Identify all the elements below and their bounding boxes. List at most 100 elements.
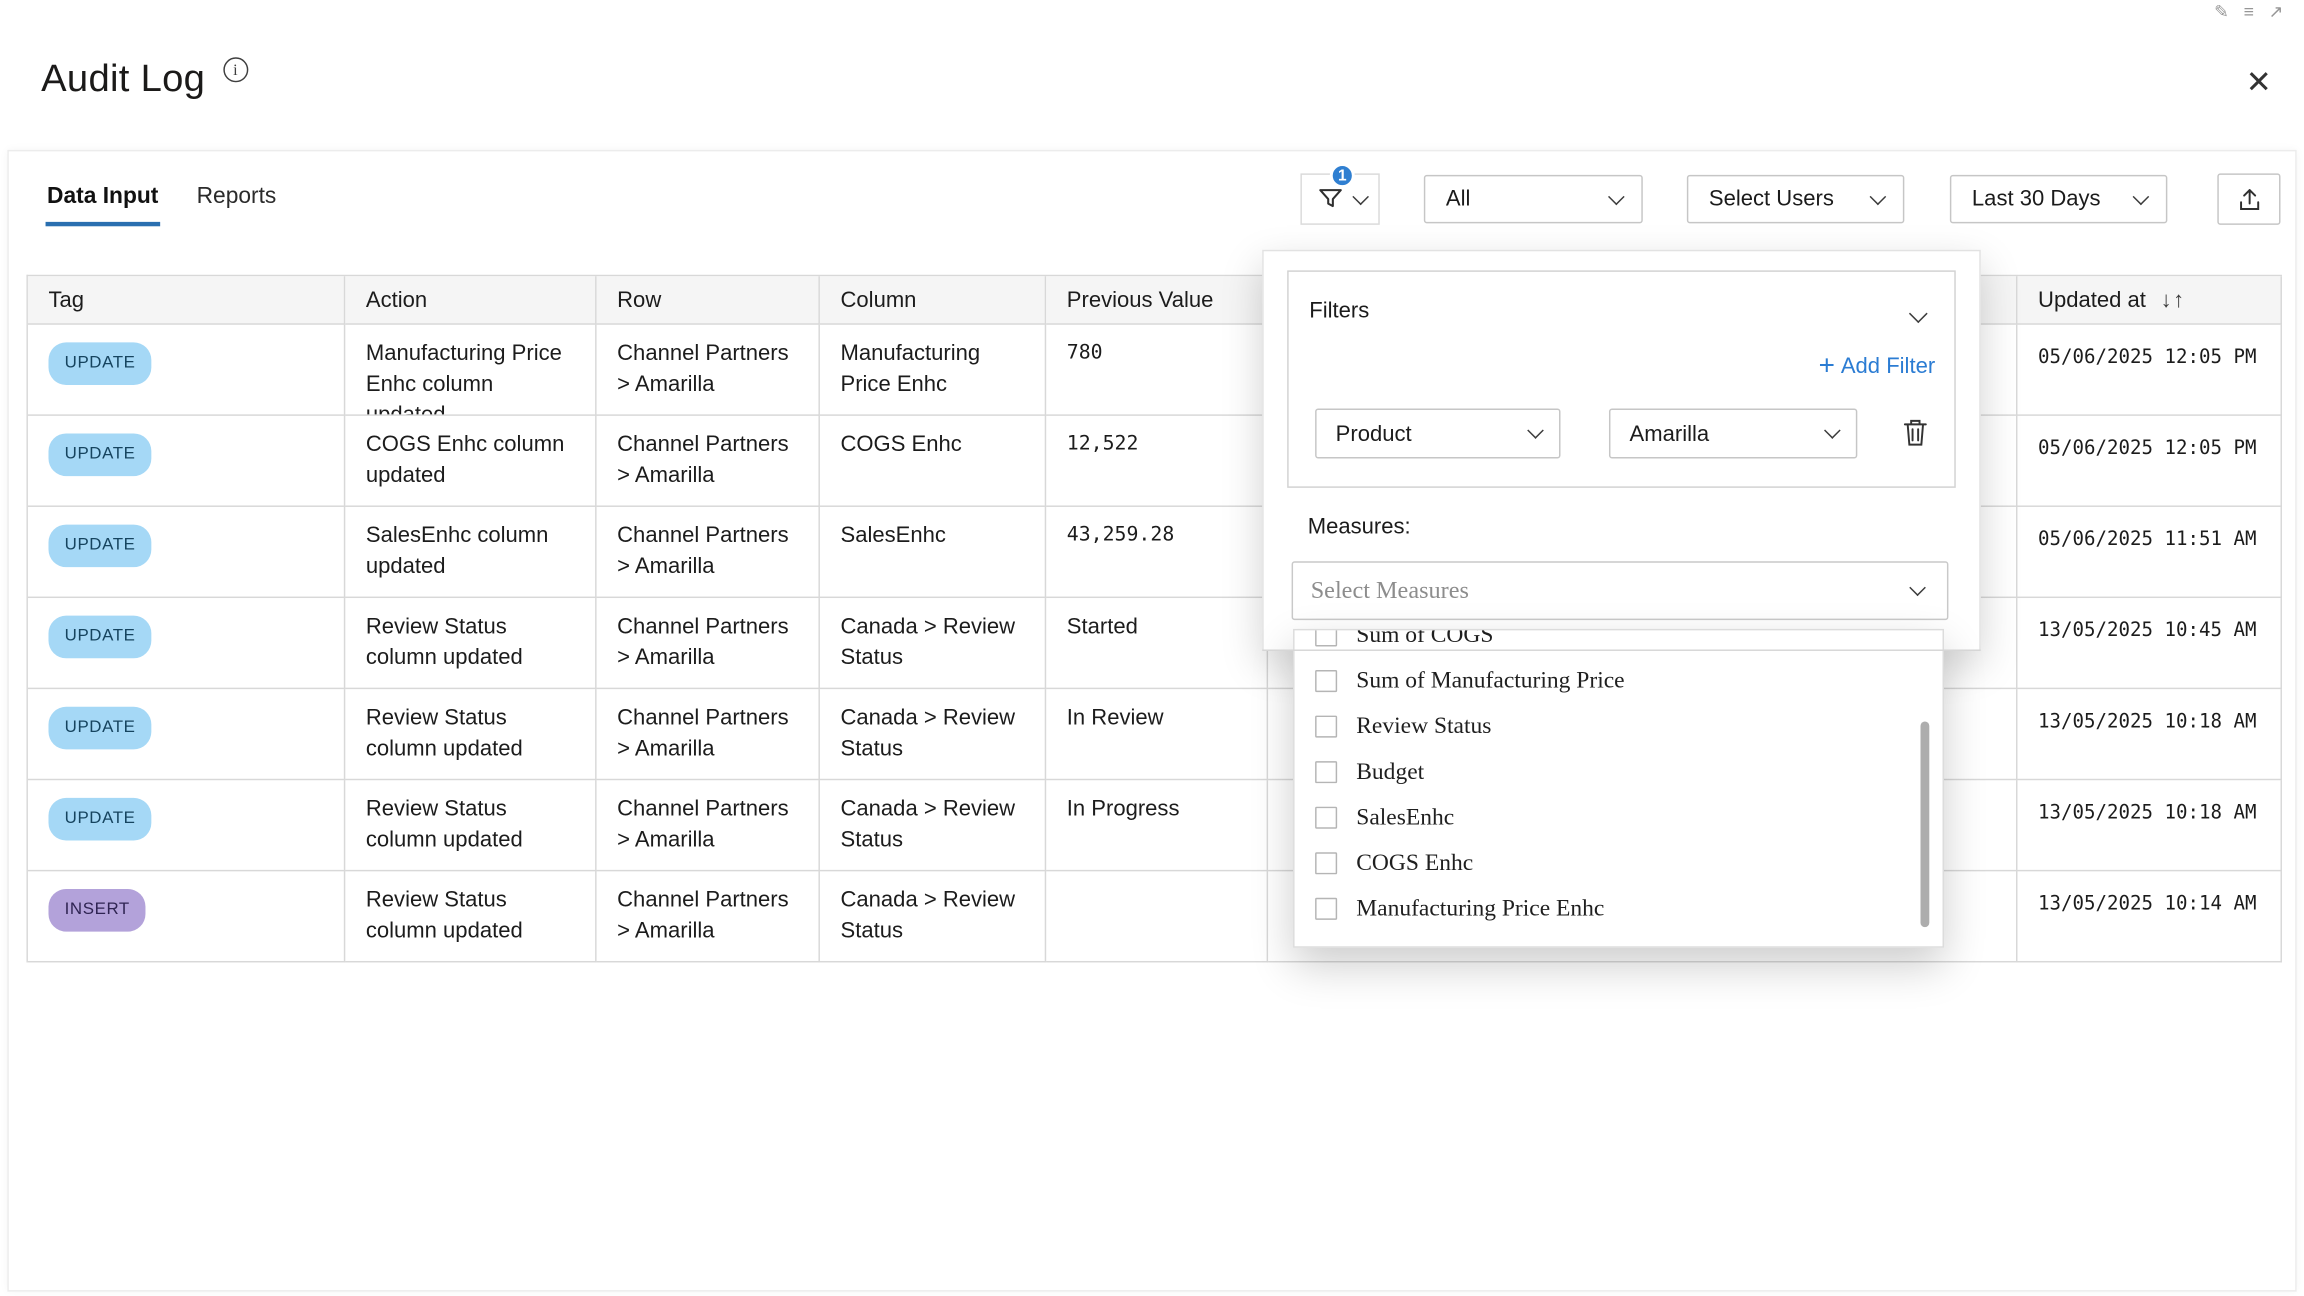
column-header-action: Action <box>345 276 596 324</box>
plus-icon: + <box>1819 356 1835 378</box>
add-filter-label: Add Filter <box>1841 354 1935 379</box>
chevron-down-icon[interactable] <box>1909 304 1928 323</box>
measure-option[interactable]: SalesEnhc <box>1295 795 1943 841</box>
list-icon[interactable]: ≡ <box>2244 1 2254 22</box>
action-cell: SalesEnhc column updated <box>345 507 596 598</box>
column-header-updated-at: Updated at ↓ ↑ <box>2017 276 2281 324</box>
measures-label: Measures: <box>1308 514 1411 539</box>
chevron-down-icon <box>1870 188 1887 205</box>
row-cell: Channel Partners > Amarilla <box>597 325 820 416</box>
tab-data-input[interactable]: Data Input <box>46 175 160 226</box>
previous-value-cell: In Review <box>1046 689 1268 780</box>
export-button[interactable] <box>2217 173 2280 224</box>
checkbox-icon[interactable] <box>1315 716 1337 738</box>
filter-field-value: Product <box>1336 421 1412 446</box>
close-button[interactable]: ✕ <box>2246 65 2272 102</box>
measure-option[interactable]: Budget <box>1295 749 1943 795</box>
measure-option[interactable]: Review Status <box>1295 704 1943 750</box>
tag-badge: UPDATE <box>48 616 151 659</box>
measures-select[interactable]: Select Measures <box>1292 561 1949 620</box>
tag-badge: INSERT <box>48 889 146 932</box>
popup-bottom-border <box>1262 649 1981 650</box>
chevron-down-icon <box>2133 188 2150 205</box>
filter-button[interactable]: 1 <box>1300 173 1379 224</box>
column-cell: SalesEnhc <box>820 507 1046 598</box>
tag-badge: UPDATE <box>48 342 151 385</box>
chevron-down-icon <box>1824 422 1841 439</box>
add-filter-button[interactable]: + Add Filter <box>1819 354 1936 379</box>
tab-reports[interactable]: Reports <box>195 175 278 226</box>
measure-option[interactable]: Manufacturing Price Enhc <box>1295 886 1943 932</box>
row-cell: Channel Partners > Amarilla <box>597 689 820 780</box>
tab-reports-label: Reports <box>197 184 277 209</box>
popout-icon[interactable]: ↗ <box>2269 1 2284 22</box>
action-cell: Review Status column updated <box>345 780 596 871</box>
scrollbar-thumb[interactable] <box>1920 721 1929 927</box>
tab-bar: Data Input Reports <box>46 175 278 226</box>
checkbox-icon[interactable] <box>1315 807 1337 829</box>
titlebar: Audit Log i <box>41 56 248 102</box>
updated-at-cell: 13/05/2025 10:14 AM <box>2017 871 2281 962</box>
export-icon <box>2234 184 2263 213</box>
measure-option[interactable]: Sum of COGS <box>1295 629 1943 658</box>
tag-badge: UPDATE <box>48 433 151 476</box>
column-cell: COGS Enhc <box>820 416 1046 507</box>
table-row: UPDATE <box>28 598 345 689</box>
filters-header: Filters <box>1309 298 1369 323</box>
action-cell: Manufacturing Price Enhc column updated <box>345 325 596 416</box>
scope-dropdown[interactable]: All <box>1424 175 1643 223</box>
action-cell: Review Status column updated <box>345 598 596 689</box>
measure-option[interactable]: Sum of Manufacturing Price <box>1295 658 1943 704</box>
measure-option[interactable]: COGS Enhc <box>1295 840 1943 886</box>
sort-descending-icon[interactable]: ↓ <box>2161 287 2172 312</box>
row-cell: Channel Partners > Amarilla <box>597 507 820 598</box>
checkbox-icon[interactable] <box>1315 670 1337 692</box>
previous-value-cell: In Progress <box>1046 780 1268 871</box>
column-cell: Canada > Review Status <box>820 871 1046 962</box>
measures-placeholder: Select Measures <box>1311 576 1469 605</box>
tag-badge: UPDATE <box>48 707 151 750</box>
date-range-dropdown[interactable]: Last 30 Days <box>1950 175 2167 223</box>
column-header-tag: Tag <box>28 276 345 324</box>
updated-at-cell: 13/05/2025 10:18 AM <box>2017 780 2281 871</box>
column-cell: Canada > Review Status <box>820 780 1046 871</box>
updated-at-cell: 13/05/2025 10:18 AM <box>2017 689 2281 780</box>
column-header-previous-value: Previous Value <box>1046 276 1268 324</box>
checkbox-icon[interactable] <box>1315 852 1337 874</box>
checkbox-icon[interactable] <box>1315 761 1337 783</box>
checkbox-icon[interactable] <box>1315 629 1337 647</box>
edit-icon[interactable]: ✎ <box>2214 1 2229 22</box>
column-cell: Canada > Review Status <box>820 689 1046 780</box>
updated-at-cell: 05/06/2025 11:51 AM <box>2017 507 2281 598</box>
chevron-down-icon <box>1352 188 1369 205</box>
action-cell: Review Status column updated <box>345 689 596 780</box>
users-dropdown[interactable]: Select Users <box>1687 175 1904 223</box>
measure-option-label: Sum of COGS <box>1356 629 1493 649</box>
previous-value-cell: Started <box>1046 598 1268 689</box>
checkbox-icon[interactable] <box>1315 898 1337 920</box>
row-cell: Channel Partners > Amarilla <box>597 416 820 507</box>
table-row: UPDATE <box>28 325 345 416</box>
column-header-column: Column <box>820 276 1046 324</box>
sort-ascending-icon[interactable]: ↑ <box>2173 287 2184 312</box>
previous-value-cell: 780 <box>1046 325 1268 416</box>
updated-at-cell: 13/05/2025 10:45 AM <box>2017 598 2281 689</box>
filter-value-dropdown[interactable]: Amarilla <box>1609 408 1857 458</box>
measure-option-label: Review Status <box>1356 713 1491 739</box>
table-row: UPDATE <box>28 507 345 598</box>
action-cell: Review Status column updated <box>345 871 596 962</box>
window-mini-toolbar: ✎ ≡ ↗ <box>2214 1 2283 22</box>
chevron-down-icon <box>1909 579 1926 596</box>
chevron-down-icon <box>1527 422 1544 439</box>
filter-popup: Filters + Add Filter Product Amarilla Me… <box>1262 250 1981 651</box>
filter-field-dropdown[interactable]: Product <box>1315 408 1560 458</box>
users-dropdown-value: Select Users <box>1709 187 1834 212</box>
info-icon[interactable]: i <box>223 57 248 82</box>
previous-value-cell: 12,522 <box>1046 416 1268 507</box>
filter-value-value: Amarilla <box>1630 421 1710 446</box>
column-header-row: Row <box>597 276 820 324</box>
column-cell: Canada > Review Status <box>820 598 1046 689</box>
previous-value-cell <box>1046 871 1268 962</box>
delete-filter-button[interactable] <box>1901 417 1929 448</box>
measures-dropdown-list: Sum of COGS Sum of Manufacturing Price R… <box>1293 629 1944 948</box>
